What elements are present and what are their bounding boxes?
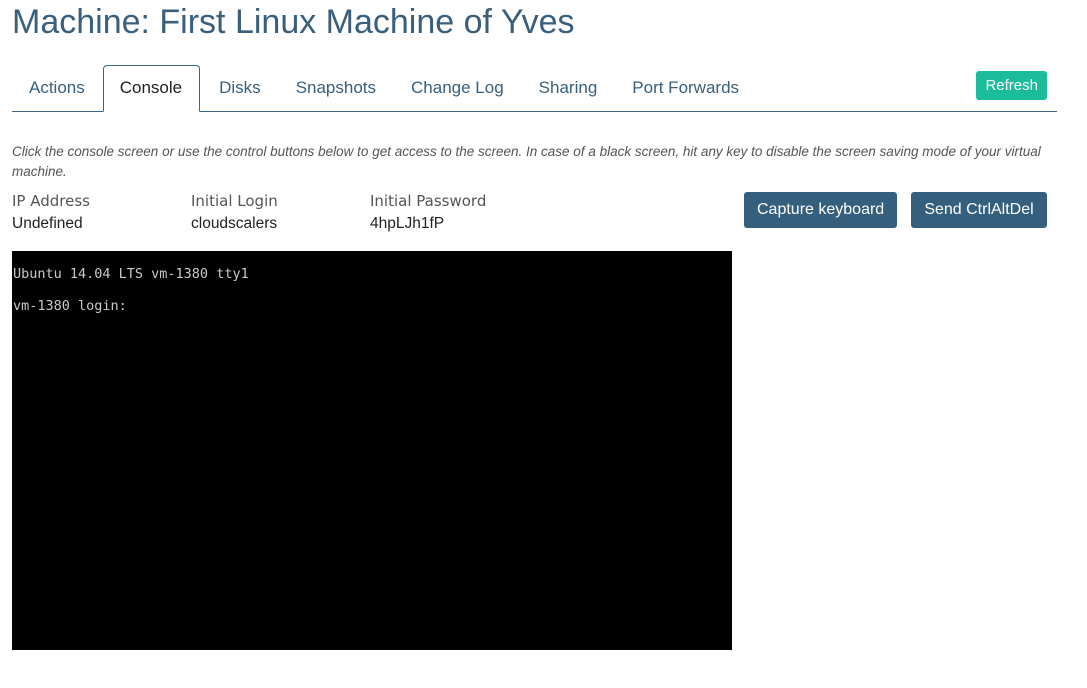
machine-page: Machine: First Linux Machine of Yves Act…: [0, 0, 1087, 688]
tab-sharing[interactable]: Sharing: [522, 65, 616, 111]
initial-login-label: Initial Login: [191, 192, 278, 210]
tab-snapshots[interactable]: Snapshots: [279, 65, 394, 111]
ip-address-info: IP Address Undefined: [12, 191, 90, 234]
send-ctrlaltdel-button[interactable]: Send CtrlAltDel: [911, 192, 1047, 228]
tab-list: Actions Console Disks Snapshots Change L…: [12, 65, 757, 112]
initial-password-info: Initial Password 4hpLJh1fP: [370, 191, 486, 234]
initial-login-info: Initial Login cloudscalers: [191, 191, 278, 234]
tab-change-log[interactable]: Change Log: [394, 65, 522, 111]
tab-port-forwards[interactable]: Port Forwards: [615, 65, 757, 111]
console-instructions: Click the console screen or use the cont…: [12, 144, 1041, 179]
tab-disks[interactable]: Disks: [202, 65, 279, 111]
ip-address-label: IP Address: [12, 192, 90, 210]
initial-password-label: Initial Password: [370, 192, 487, 210]
page-title: Machine: First Linux Machine of Yves: [12, 3, 575, 41]
console-screen[interactable]: Ubuntu 14.04 LTS vm-1380 tty1 vm-1380 lo…: [12, 251, 732, 650]
console-line: vm-1380 login:: [13, 298, 127, 314]
initial-password-value: 4hpLJh1fP: [370, 215, 445, 232]
console-line: Ubuntu 14.04 LTS vm-1380 tty1: [13, 266, 249, 282]
initial-login-value: cloudscalers: [191, 215, 278, 232]
refresh-button[interactable]: Refresh: [976, 71, 1047, 100]
ip-address-value: Undefined: [12, 215, 83, 232]
tab-bar: Actions Console Disks Snapshots Change L…: [12, 65, 1057, 112]
tab-console[interactable]: Console: [102, 65, 201, 112]
capture-keyboard-button[interactable]: Capture keyboard: [744, 192, 897, 228]
tab-actions[interactable]: Actions: [12, 65, 103, 111]
